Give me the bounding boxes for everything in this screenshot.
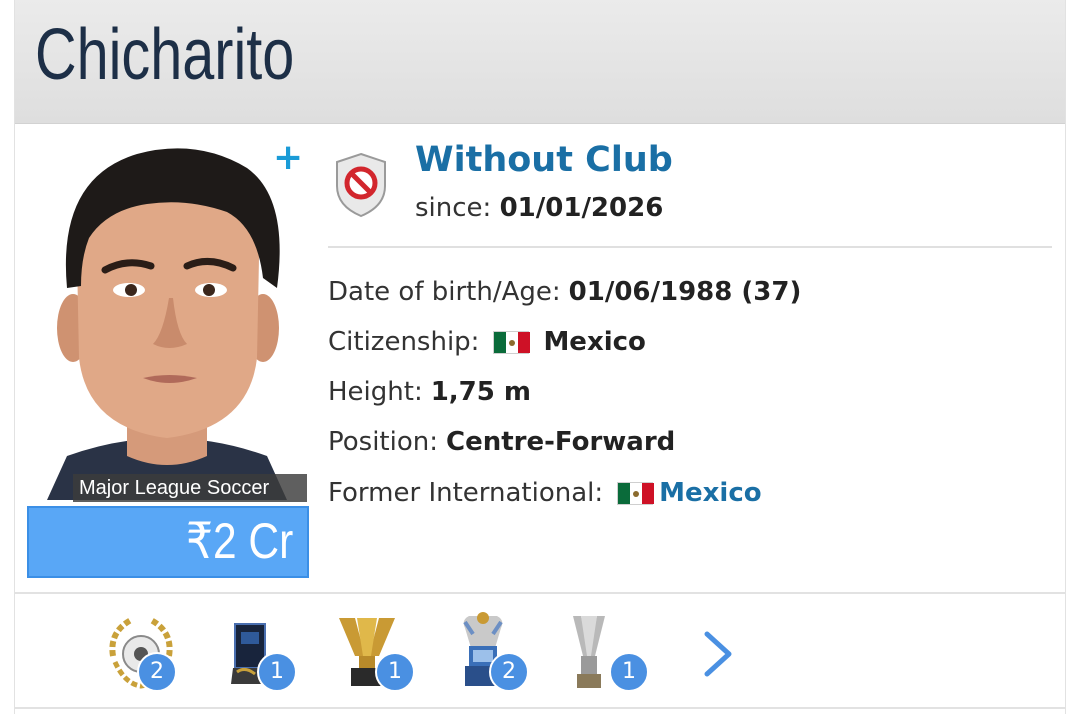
page-title: Chicharito	[35, 15, 295, 95]
divider	[15, 592, 1065, 594]
dob-row: Date of birth/Age: 01/06/1988 (37)	[328, 274, 801, 310]
plus-icon[interactable]: +	[273, 140, 303, 176]
dob-label: Date of birth/Age:	[328, 277, 561, 307]
mexico-flag-icon	[493, 330, 531, 354]
trophy-count-badge: 2	[137, 652, 177, 692]
trophy-count-badge: 1	[257, 652, 297, 692]
height-value: 1,75 m	[430, 377, 532, 407]
position-label: Position:	[328, 427, 438, 457]
citizenship-row: Citizenship: Mexico	[328, 324, 646, 360]
former-international-link[interactable]: Mexico	[659, 478, 761, 508]
trophy-item[interactable]: 1	[335, 612, 419, 696]
position-value: Centre-Forward	[446, 427, 676, 457]
dob-value: 01/06/1988 (37)	[568, 277, 802, 307]
league-label[interactable]: Major League Soccer	[73, 474, 307, 502]
height-row: Height: 1,75 m	[328, 374, 531, 410]
trophy-count-badge: 1	[375, 652, 415, 692]
citizenship-value: Mexico	[543, 327, 646, 357]
trophy-count-badge: 2	[489, 652, 529, 692]
no-club-shield-icon[interactable]	[333, 152, 389, 218]
trophy-item[interactable]: 1	[567, 612, 651, 696]
since-value: 01/01/2026	[499, 193, 664, 223]
citizenship-label: Citizenship:	[328, 327, 480, 357]
divider	[15, 707, 1065, 709]
club-since: since: 01/01/2026	[415, 193, 663, 223]
player-photo[interactable]	[27, 138, 307, 500]
since-label: since:	[415, 193, 492, 223]
height-label: Height:	[328, 377, 423, 407]
header-bar: Chicharito	[15, 0, 1065, 124]
market-value-box[interactable]: ₹2 Cr	[27, 506, 309, 578]
trophy-item[interactable]: 2	[99, 612, 183, 696]
trophy-item[interactable]: 1	[219, 612, 303, 696]
club-name-link[interactable]: Without Club	[415, 140, 673, 180]
chevron-right-icon[interactable]	[701, 628, 741, 680]
market-value: ₹2 Cr	[185, 513, 293, 569]
former-international-row: Former International: Mexico	[328, 475, 762, 511]
trophy-item[interactable]: 2	[451, 612, 535, 696]
mexico-flag-icon	[617, 481, 655, 505]
former-international-label: Former International:	[328, 478, 604, 508]
trophy-count-badge: 1	[609, 652, 649, 692]
divider	[328, 246, 1052, 248]
player-card: Chicharito Major League Soccer ₹2 Cr + W…	[14, 0, 1066, 714]
position-row: Position: Centre-Forward	[328, 424, 675, 460]
